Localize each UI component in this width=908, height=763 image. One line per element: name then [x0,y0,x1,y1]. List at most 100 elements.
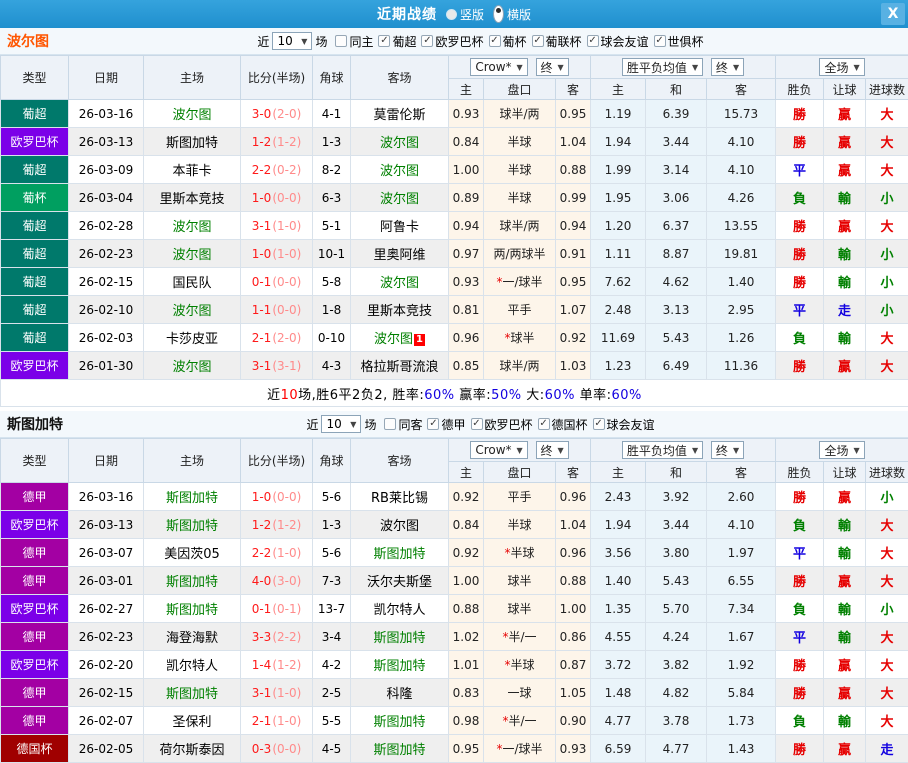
league-checkbox[interactable]: ✓ [421,35,433,47]
league-filter-item[interactable]: ✓德国杯 [538,416,588,433]
odds-provider-select[interactable]: Crow*▼ [470,58,527,76]
league-checkbox[interactable]: ✓ [427,418,439,430]
home-team[interactable]: 波尔图 [144,212,241,240]
away-team[interactable]: 阿鲁卡 [351,212,449,240]
away-team[interactable]: 格拉斯哥流浪 [351,352,449,380]
league-checkbox[interactable]: ✓ [378,35,390,47]
league-checkbox[interactable]: ✓ [593,418,605,430]
league-filter-item[interactable]: ✓德甲 [427,416,465,433]
avg-metric-select[interactable]: 胜平负均值▼ [622,58,703,76]
league-filter-item[interactable]: ✓世俱杯 [654,33,704,50]
match-count-select[interactable]: 10 ▼ [272,32,312,50]
league-filter-item[interactable]: ✓球会友谊 [593,416,655,433]
away-team[interactable]: RB莱比锡 [351,483,449,511]
league-checkbox[interactable]: ✓ [471,418,483,430]
away-team[interactable]: 波尔图 [351,128,449,156]
scope-select[interactable]: 全场▼ [819,58,864,76]
dropdown-arrow-icon: ▼ [517,446,523,455]
home-team[interactable]: 斯图加特 [144,595,241,623]
away-team[interactable]: 斯图加特 [351,707,449,735]
league-checkbox-label[interactable]: 葡联杯 [546,33,582,50]
radio-vertical-label[interactable]: 竖版 [460,6,484,23]
avg-time-select[interactable]: 终▼ [711,58,744,76]
home-team[interactable]: 斯图加特 [144,511,241,539]
radio-selected-icon[interactable] [493,5,504,23]
scope-select[interactable]: 全场▼ [819,441,864,459]
radio-horizontal-label[interactable]: 横版 [507,6,531,23]
league-checkbox-label[interactable]: 葡杯 [503,33,527,50]
home-team[interactable]: 卡莎皮亚 [144,324,241,352]
home-team[interactable]: 荷尔斯泰因 [144,735,241,763]
home-team[interactable]: 国民队 [144,268,241,296]
league-checkbox-label[interactable]: 欧罗巴杯 [435,33,483,50]
league-checkbox-label[interactable]: 葡超 [392,33,416,50]
layout-radio-vertical[interactable]: 竖版 [446,6,484,23]
home-team[interactable]: 本菲卡 [144,156,241,184]
league-checkbox[interactable]: ✓ [532,35,544,47]
league-filter-item[interactable]: ✓葡超 [378,33,416,50]
halftime-score: (1-0) [272,546,301,560]
home-team[interactable]: 斯图加特 [144,567,241,595]
layout-radio-horizontal[interactable]: 横版 [493,5,531,23]
away-team[interactable]: 斯图加特 [351,623,449,651]
away-team[interactable]: 科隆 [351,679,449,707]
league-filter-item[interactable]: ✓葡杯 [489,33,527,50]
league-filter-item[interactable]: ✓欧罗巴杯 [421,33,483,50]
home-team[interactable]: 圣保利 [144,707,241,735]
home-team[interactable]: 斯图加特 [144,483,241,511]
league-checkbox[interactable]: ✓ [489,35,501,47]
league-filter-item[interactable]: ✓球会友谊 [587,33,649,50]
same-venue-checkbox[interactable] [384,418,396,430]
away-team[interactable]: 莫雷伦斯 [351,100,449,128]
home-team[interactable]: 波尔图 [144,296,241,324]
odds-provider-select[interactable]: Crow*▼ [470,441,527,459]
home-team[interactable]: 波尔图 [144,100,241,128]
league-filter-item[interactable]: ✓葡联杯 [532,33,582,50]
same-venue-label[interactable]: 同客 [398,416,422,433]
league-checkbox-label[interactable]: 球会友谊 [601,33,649,50]
away-team[interactable]: 斯图加特 [351,651,449,679]
league-checkbox[interactable]: ✓ [654,35,666,47]
same-venue-checkbox[interactable] [335,35,347,47]
away-team[interactable]: 里斯本竞技 [351,296,449,324]
league-checkbox-label[interactable]: 欧罗巴杯 [485,416,533,433]
away-team[interactable]: 凯尔特人 [351,595,449,623]
avg-time-select[interactable]: 终▼ [711,441,744,459]
league-checkbox[interactable]: ✓ [538,418,550,430]
odds-time-select[interactable]: 终▼ [536,441,569,459]
away-team[interactable]: 波尔图 [351,511,449,539]
home-team[interactable]: 波尔图 [144,352,241,380]
league-checkbox-label[interactable]: 球会友谊 [607,416,655,433]
away-team[interactable]: 波尔图 [351,268,449,296]
home-team[interactable]: 凯尔特人 [144,651,241,679]
same-venue-filter[interactable]: 同客 [384,416,422,433]
home-team[interactable]: 海登海默 [144,623,241,651]
league-checkbox-label[interactable]: 德甲 [441,416,465,433]
home-team[interactable]: 美因茨05 [144,539,241,567]
league-checkbox-label[interactable]: 德国杯 [552,416,588,433]
away-team[interactable]: 斯图加特 [351,735,449,763]
odds-time-select[interactable]: 终▼ [536,58,569,76]
away-team[interactable]: 波尔图 [351,156,449,184]
home-team[interactable]: 斯图加特 [144,128,241,156]
home-team[interactable]: 里斯本竞技 [144,184,241,212]
league-filter-item[interactable]: ✓欧罗巴杯 [471,416,533,433]
away-team[interactable]: 里奥阿维 [351,240,449,268]
league-checkbox[interactable]: ✓ [587,35,599,47]
radio-icon[interactable] [446,9,457,20]
away-team[interactable]: 斯图加特 [351,539,449,567]
home-team[interactable]: 波尔图 [144,240,241,268]
home-team[interactable]: 斯图加特 [144,679,241,707]
close-button[interactable]: X [881,3,905,25]
same-venue-label[interactable]: 同主 [349,33,373,50]
away-team[interactable]: 沃尔夫斯堡 [351,567,449,595]
close-icon: X [888,6,899,22]
away-team[interactable]: 波尔图 [351,184,449,212]
same-venue-filter[interactable]: 同主 [335,33,373,50]
avg-metric-select[interactable]: 胜平负均值▼ [622,441,703,459]
result-group-header: 全场▼ [776,56,908,79]
league-checkbox-label[interactable]: 世俱杯 [668,33,704,50]
away-team[interactable]: 波尔图1 [351,324,449,352]
match-count-select[interactable]: 10 ▼ [321,415,361,433]
result-handicap: 輸 [824,268,866,296]
